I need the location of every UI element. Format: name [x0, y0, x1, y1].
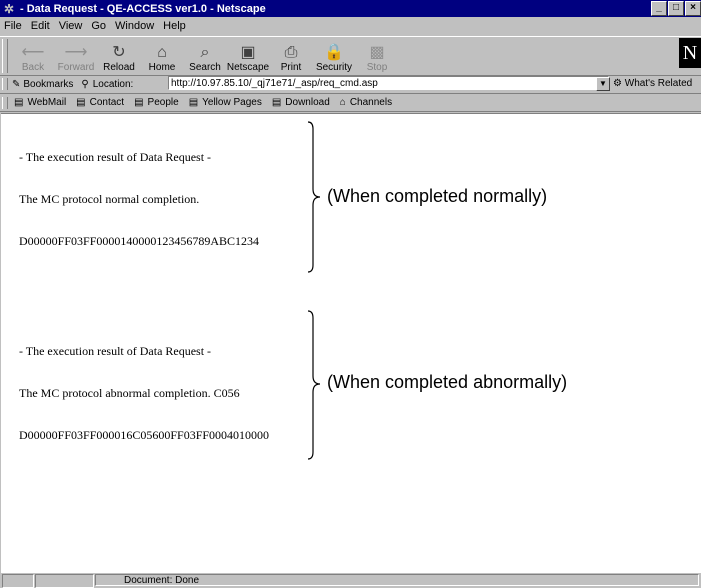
link-people[interactable]: ▤ People	[134, 97, 179, 108]
forward-arrow-icon: ⟶	[64, 44, 88, 61]
menu-view[interactable]: View	[59, 20, 83, 32]
normal-result-data: D00000FF03FF0000140000123456789ABC1234	[19, 234, 260, 248]
minimize-button[interactable]: _	[651, 1, 667, 16]
link-contact[interactable]: ▤ Contact	[76, 97, 124, 108]
toolbar-label: Search	[189, 62, 221, 73]
normal-result-heading: - The execution result of Data Request -	[19, 150, 212, 164]
forward-button[interactable]: ⟶ Forward	[55, 37, 97, 73]
toolbar-label: Forward	[57, 62, 95, 73]
search-icon: ⌕	[200, 44, 210, 61]
toolbar-label: Print	[280, 62, 302, 73]
back-arrow-icon: ⟵	[21, 44, 45, 61]
link-channels[interactable]: ⌂ Channels	[340, 97, 392, 108]
window-title: - Data Request - QE-ACCESS ver1.0 - Nets…	[20, 2, 266, 15]
netscape-button[interactable]: ▣ Netscape	[227, 37, 269, 73]
stop-icon: ▩	[369, 44, 385, 61]
navigation-toolbar: ⟵ Back ⟶ Forward ↻ Reload ⌂ Home ⌕ Search ▣ Netscap…	[0, 36, 701, 76]
abnormal-result-data: D00000FF03FF000016C05600FF03FF0004010000	[19, 428, 270, 442]
bookmarks-icon: ✎	[12, 78, 21, 90]
abnormal-brace	[307, 310, 321, 460]
location-label: Location:	[92, 78, 134, 90]
maximize-button[interactable]: □	[668, 1, 684, 16]
progress-indicator	[35, 574, 94, 588]
menu-help[interactable]: Help	[163, 20, 186, 32]
abnormal-result-message: The MC protocol abnormal completion. C05…	[19, 386, 240, 400]
menu-file[interactable]: File	[4, 20, 22, 32]
toolbar-label: Home	[148, 62, 176, 73]
security-status-icon[interactable]	[2, 574, 34, 588]
security-button[interactable]: 🔒 Security	[313, 37, 355, 73]
print-button[interactable]: ⎙ Print	[270, 37, 312, 73]
status-bar: Document: Done	[0, 573, 701, 588]
toolbar-label: Reload	[103, 62, 135, 73]
link-label: WebMail	[27, 97, 67, 108]
channels-icon: ⌂	[339, 97, 346, 108]
location-grip[interactable]	[2, 78, 8, 90]
location-input[interactable]: http://10.97.85.10/_qj71e71/_asp/req_cmd…	[168, 76, 609, 90]
toolbar-label: Netscape	[226, 62, 270, 73]
location-icon: ⚲	[81, 78, 89, 90]
netscape-logo[interactable]: N	[679, 38, 701, 68]
normal-brace	[307, 121, 321, 273]
browser-window: ✲ - Data Request - QE-ACCESS ver1.0 - Ne…	[0, 0, 701, 588]
netscape-icon: ▣	[240, 44, 256, 61]
link-label: People	[147, 97, 179, 108]
abnormal-result-block: - The execution result of Data Request -…	[19, 316, 269, 470]
stop-button[interactable]: ▩ Stop	[356, 37, 398, 73]
reload-icon: ↻	[112, 44, 126, 61]
home-icon: ⌂	[157, 44, 167, 61]
abnormal-result-heading: - The execution result of Data Request -	[19, 344, 212, 358]
status-text: Document: Done	[95, 574, 699, 586]
link-yellow-pages[interactable]: ▤ Yellow Pages	[189, 97, 262, 108]
whats-related-label: What's Related	[624, 78, 693, 89]
toolbar-grip[interactable]	[2, 39, 8, 73]
toolbar-label: Back	[21, 62, 45, 73]
bookmark-page-icon: ▤	[14, 97, 24, 108]
menu-bar: File Edit View Go Window Help	[0, 17, 701, 35]
whats-related-button[interactable]: ⚙ What's Related	[613, 78, 692, 89]
link-label: Contact	[89, 97, 125, 108]
bookmarks-button[interactable]: Bookmarks	[23, 79, 73, 90]
related-icon: ⚙	[613, 78, 622, 89]
location-dropdown-button[interactable]: ▼	[596, 77, 610, 91]
title-bar: ✲ - Data Request - QE-ACCESS ver1.0 - Ne…	[0, 0, 701, 17]
bookmark-page-icon: ▤	[271, 97, 282, 108]
print-icon: ⎙	[284, 44, 298, 61]
links-grip[interactable]	[2, 96, 8, 109]
normal-result-message: The MC protocol normal completion.	[19, 192, 200, 206]
link-webmail[interactable]: ▤ WebMail	[14, 97, 66, 108]
back-button[interactable]: ⟵ Back	[12, 37, 54, 73]
personal-toolbar: ▤ WebMail ▤ Contact ▤ People ▤ Yellow Pages ▤ Dow…	[0, 94, 701, 112]
netscape-app-icon: ✲	[3, 1, 15, 16]
link-download[interactable]: ▤ Download	[272, 97, 330, 108]
menu-window[interactable]: Window	[115, 20, 154, 32]
menu-go[interactable]: Go	[91, 20, 106, 32]
reload-button[interactable]: ↻ Reload	[98, 37, 140, 73]
lock-icon: 🔒	[324, 44, 344, 61]
link-label: Download	[285, 97, 330, 108]
bookmark-page-icon: ▤	[76, 97, 86, 108]
page-content: - The execution result of Data Request -…	[1, 113, 701, 573]
toolbar-label: Security	[315, 62, 353, 73]
search-button[interactable]: ⌕ Search	[184, 37, 226, 73]
normal-annotation: (When completed normally)	[327, 186, 548, 206]
bookmark-page-icon: ▤	[188, 97, 199, 108]
home-button[interactable]: ⌂ Home	[141, 37, 183, 73]
toolbar-label: Stop	[366, 62, 388, 73]
link-label: Channels	[349, 97, 393, 108]
abnormal-annotation: (When completed abnormally)	[327, 372, 568, 392]
bookmark-page-icon: ▤	[134, 97, 144, 108]
normal-result-block: - The execution result of Data Request -…	[19, 122, 259, 276]
link-label: Yellow Pages	[202, 97, 262, 108]
menu-edit[interactable]: Edit	[31, 20, 50, 32]
close-button[interactable]: ×	[685, 1, 701, 16]
